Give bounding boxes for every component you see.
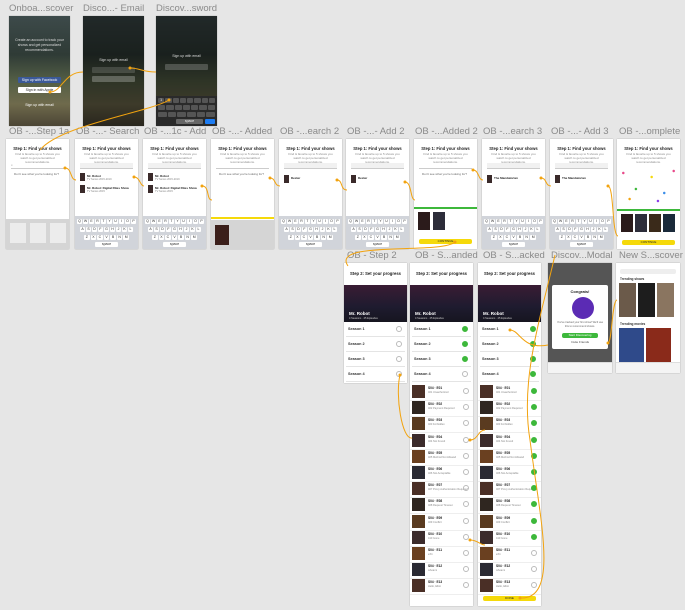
connector-dot xyxy=(468,538,472,542)
connector xyxy=(269,177,281,187)
connector-dot xyxy=(518,596,522,600)
connector-dot xyxy=(468,438,472,442)
connector xyxy=(129,67,157,73)
connector-dot xyxy=(167,98,171,102)
connector-dot xyxy=(200,184,204,188)
connector xyxy=(404,181,416,201)
connector xyxy=(64,167,77,181)
connector xyxy=(472,169,484,181)
connector xyxy=(509,329,549,347)
connector-dot xyxy=(471,168,475,172)
connector xyxy=(345,241,456,267)
connector-dot xyxy=(403,180,407,184)
connector-dot xyxy=(606,184,610,188)
connector xyxy=(133,176,145,187)
connector xyxy=(607,185,619,237)
connector xyxy=(519,254,556,599)
connector-dot xyxy=(132,175,136,179)
connector xyxy=(469,539,486,546)
connector xyxy=(336,179,348,191)
connector-dot xyxy=(335,178,339,182)
connector-dot xyxy=(508,328,512,332)
connector xyxy=(469,429,486,441)
prototype-connectors xyxy=(39,66,619,600)
connector xyxy=(540,177,552,187)
connector xyxy=(39,99,170,151)
connector xyxy=(397,374,413,439)
connector xyxy=(607,299,618,344)
connector xyxy=(49,71,84,93)
connector xyxy=(201,185,213,201)
connector-dot xyxy=(606,341,610,345)
connector-dot xyxy=(48,90,52,94)
connector-dot xyxy=(268,176,272,180)
connector-dot xyxy=(63,166,67,170)
connector-dot xyxy=(539,176,543,180)
connector-dot xyxy=(398,373,402,377)
connector-dot xyxy=(453,240,457,244)
connector-dot xyxy=(128,66,132,70)
